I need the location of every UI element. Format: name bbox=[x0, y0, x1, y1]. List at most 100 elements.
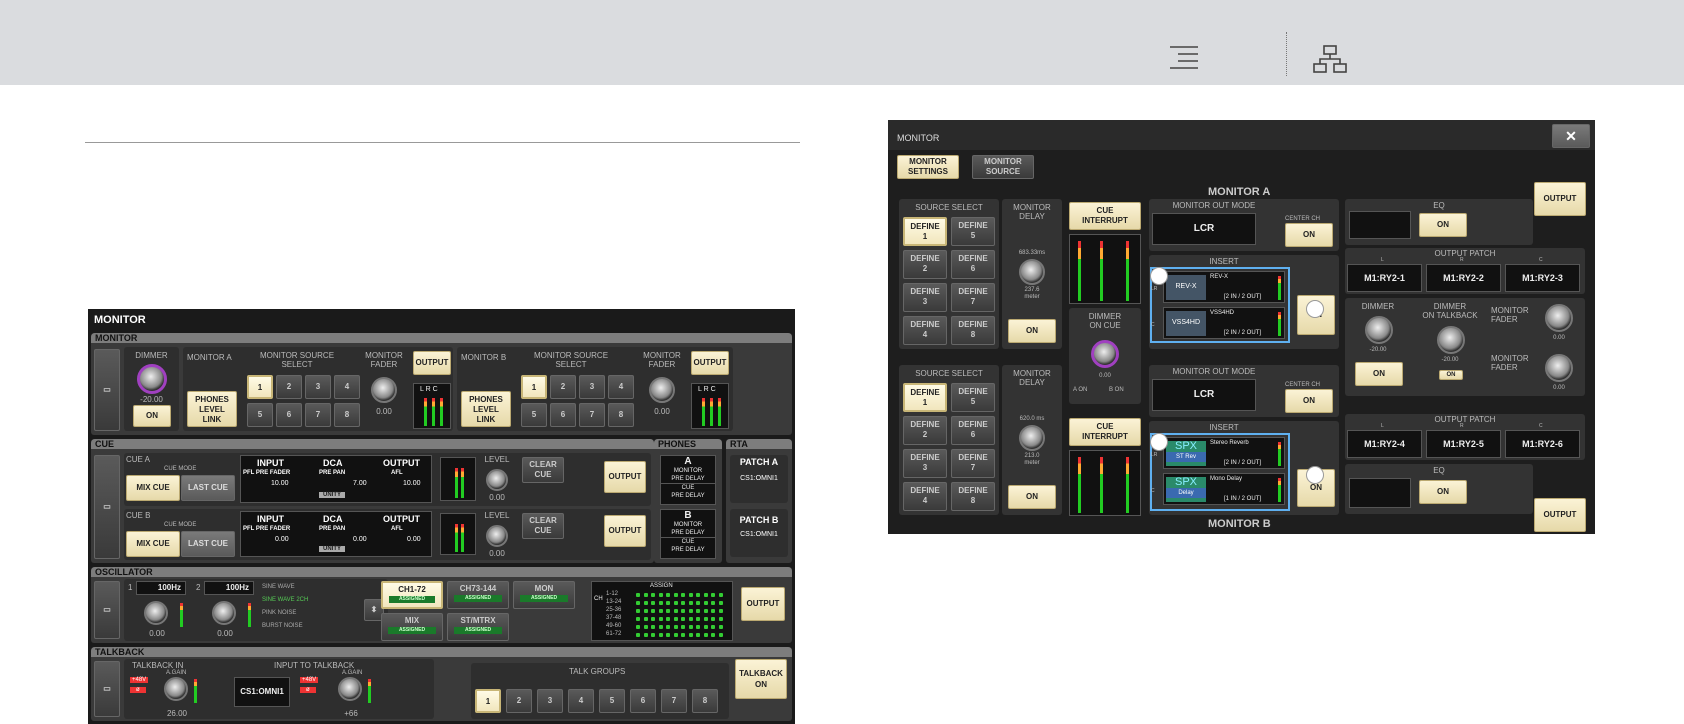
assign-dot[interactable] bbox=[666, 633, 670, 637]
define-button-2[interactable]: DEFINE 5 bbox=[951, 383, 995, 412]
output-patch-m1:ry2-4[interactable]: M1:RY2-4 bbox=[1347, 430, 1422, 458]
assign-dot[interactable] bbox=[696, 617, 700, 621]
define-button-5[interactable]: DEFINE 3 bbox=[903, 449, 947, 478]
assign-button-stmtrx[interactable]: ST/MTRX ASSIGNED bbox=[447, 613, 509, 641]
cue-output-button[interactable]: OUTPUT bbox=[604, 461, 646, 493]
define-button-2[interactable]: DEFINE 5 bbox=[951, 217, 995, 246]
assign-dot[interactable] bbox=[658, 633, 663, 637]
assign-dot[interactable] bbox=[703, 593, 708, 597]
monitor-fader-knob-b[interactable] bbox=[1545, 354, 1573, 382]
assign-dot[interactable] bbox=[711, 601, 715, 605]
eq-graph-b[interactable] bbox=[1349, 478, 1411, 508]
dimmer-on[interactable]: ON bbox=[1355, 362, 1403, 386]
assign-dot[interactable] bbox=[703, 601, 708, 605]
output-button-a[interactable]: OUTPUT bbox=[1534, 182, 1586, 216]
assign-dot[interactable] bbox=[696, 593, 700, 597]
output-button[interactable]: OUTPUT bbox=[413, 351, 451, 375]
source-button-4[interactable]: 4 bbox=[334, 375, 360, 399]
assign-button-mix[interactable]: MIX ASSIGNED bbox=[381, 613, 443, 641]
source-button-1[interactable]: 1 bbox=[247, 375, 273, 399]
tab-monitor-settings[interactable]: MONITOR SETTINGS bbox=[897, 155, 959, 179]
assign-dot[interactable] bbox=[658, 617, 663, 621]
center-ch-on-b[interactable]: ON bbox=[1285, 389, 1333, 413]
source-button-8[interactable]: 8 bbox=[334, 403, 360, 427]
wave-option[interactable]: SINE WAVE bbox=[262, 583, 295, 592]
talk-group-3[interactable]: 3 bbox=[537, 689, 563, 713]
assign-dot[interactable] bbox=[681, 601, 685, 605]
section-popup-button[interactable]: ▭ bbox=[94, 349, 120, 431]
monitor-fader-knob-a[interactable] bbox=[1545, 304, 1573, 332]
talk-group-6[interactable]: 6 bbox=[630, 689, 656, 713]
assign-dot[interactable] bbox=[636, 609, 640, 613]
mix-cue-button[interactable]: MIX CUE bbox=[126, 475, 180, 501]
talk-group-4[interactable]: 4 bbox=[568, 689, 594, 713]
eq-graph[interactable] bbox=[1349, 211, 1411, 239]
define-button-8[interactable]: DEFINE 8 bbox=[951, 482, 995, 511]
source-button-1[interactable]: 1 bbox=[521, 375, 547, 399]
talk-group-1[interactable]: 1 bbox=[475, 689, 501, 713]
center-ch-on[interactable]: ON bbox=[1285, 223, 1333, 247]
assign-dot[interactable] bbox=[718, 609, 723, 613]
source-button-7[interactable]: 7 bbox=[579, 403, 605, 427]
out-mode-select[interactable]: LCR bbox=[1152, 213, 1256, 245]
assign-dot[interactable] bbox=[718, 625, 723, 629]
assign-dot[interactable] bbox=[673, 633, 678, 637]
osc2-level-knob[interactable] bbox=[212, 601, 236, 625]
assign-dot[interactable] bbox=[711, 609, 715, 613]
delay-knob-a[interactable] bbox=[1019, 259, 1045, 285]
assign-dot[interactable] bbox=[673, 593, 678, 597]
dimmer-talkback-knob[interactable] bbox=[1437, 326, 1465, 354]
talk-group-2[interactable]: 2 bbox=[506, 689, 532, 713]
output-button-b[interactable]: OUTPUT bbox=[1534, 498, 1586, 532]
assign-dot[interactable] bbox=[673, 609, 678, 613]
dimmer-on-button[interactable]: ON bbox=[133, 405, 171, 427]
last-cue-button-b[interactable]: LAST CUE bbox=[181, 531, 235, 557]
assign-dot[interactable] bbox=[696, 609, 700, 613]
hierarchy-icon[interactable] bbox=[1312, 44, 1348, 74]
source-button-3[interactable]: 3 bbox=[579, 375, 605, 399]
monitor-fader-knob-b[interactable] bbox=[649, 377, 675, 403]
source-button-5[interactable]: 5 bbox=[521, 403, 547, 427]
assign-dot[interactable] bbox=[688, 609, 693, 613]
patch-a[interactable]: PATCH A CS1:OMNI1 bbox=[730, 455, 788, 503]
source-button-8[interactable]: 8 bbox=[608, 403, 634, 427]
assign-dot[interactable] bbox=[703, 609, 708, 613]
assign-dot[interactable] bbox=[666, 593, 670, 597]
assign-dot[interactable] bbox=[651, 633, 655, 637]
assign-dot[interactable] bbox=[651, 601, 655, 605]
source-button-3[interactable]: 3 bbox=[305, 375, 331, 399]
cue-interrupt-b[interactable]: CUE INTERRUPT bbox=[1069, 418, 1141, 446]
phones-level-link-button-b[interactable]: PHONES LEVEL LINK bbox=[461, 391, 511, 427]
assign-dot[interactable] bbox=[688, 625, 693, 629]
assign-dot[interactable] bbox=[696, 601, 700, 605]
output-patch-m1:ry2-1[interactable]: M1:RY2-1 bbox=[1347, 264, 1422, 292]
delay-on-button-b[interactable]: ON bbox=[1008, 485, 1056, 509]
assign-dot[interactable] bbox=[703, 625, 708, 629]
eq-on-b[interactable]: ON bbox=[1419, 480, 1467, 504]
assign-dot[interactable] bbox=[673, 601, 678, 605]
define-button-4[interactable]: DEFINE 6 bbox=[951, 416, 995, 445]
assign-dot[interactable] bbox=[643, 609, 648, 613]
assign-dot[interactable] bbox=[666, 601, 670, 605]
insert-slot-1[interactable]: REV-X REV-X [2 IN / 2 OUT] bbox=[1163, 271, 1285, 303]
dimmer-talkback-on[interactable]: ON bbox=[1439, 370, 1463, 380]
eq-on-a[interactable]: ON bbox=[1419, 213, 1467, 237]
define-button-3[interactable]: DEFINE 2 bbox=[903, 250, 947, 279]
assign-dot[interactable] bbox=[711, 625, 715, 629]
assign-dot[interactable] bbox=[658, 609, 663, 613]
wave-option[interactable]: SINE WAVE 2CH bbox=[262, 596, 308, 605]
osc1-frequency[interactable]: 100Hz bbox=[136, 581, 186, 595]
phones-level-link-button[interactable]: PHONES LEVEL LINK bbox=[187, 391, 237, 427]
dimmer-knob[interactable] bbox=[1365, 316, 1393, 344]
clear-cue-button-b[interactable]: CLEAR CUE bbox=[522, 513, 564, 539]
close-button[interactable]: ✕ bbox=[1552, 124, 1590, 148]
assign-dot[interactable] bbox=[643, 633, 648, 637]
source-button-5[interactable]: 5 bbox=[247, 403, 273, 427]
assign-dot[interactable] bbox=[688, 617, 693, 621]
source-button-2[interactable]: 2 bbox=[550, 375, 576, 399]
assign-dot[interactable] bbox=[673, 625, 678, 629]
menu-icon[interactable] bbox=[1168, 44, 1200, 72]
input-gain-knob[interactable] bbox=[338, 677, 362, 701]
assign-dot[interactable] bbox=[651, 617, 655, 621]
define-button-6[interactable]: DEFINE 7 bbox=[951, 449, 995, 478]
